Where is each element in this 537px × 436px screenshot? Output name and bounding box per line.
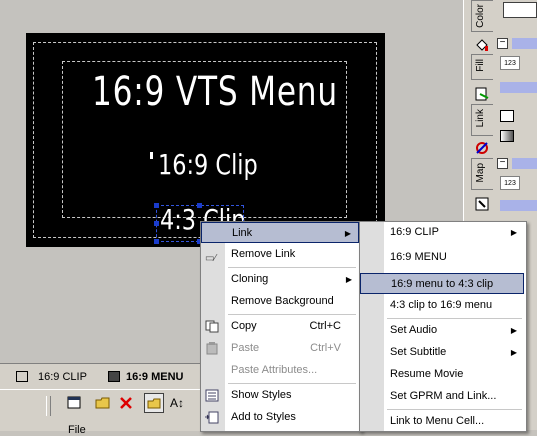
menu-item-paste[interactable]: Paste Ctrl+V: [201, 338, 359, 359]
tab-fill-label: Fill: [475, 59, 486, 72]
folder-select-icon[interactable]: [144, 393, 164, 413]
tab-link[interactable]: Link: [471, 104, 493, 136]
number-field[interactable]: 123: [500, 56, 520, 70]
submenu-arrow-icon: ▶: [510, 228, 517, 237]
menu-separator: [228, 314, 356, 315]
collapse-button[interactable]: −: [497, 158, 508, 169]
section-header-bar: [512, 38, 537, 49]
tab-link-label: Link: [475, 109, 486, 128]
menu-separator: [387, 409, 522, 410]
resize-handle[interactable]: [154, 239, 159, 244]
submenu-item-16-9-menu-to-4-3-clip[interactable]: 16:9 menu to 4:3 clip: [360, 273, 524, 294]
toolbar-grip: [46, 396, 51, 416]
gradient-icon[interactable]: [500, 130, 514, 142]
map-tool-icon[interactable]: [474, 140, 490, 156]
submenu-item-resume-movie[interactable]: Resume Movie: [360, 364, 524, 385]
section-header-bar: [500, 82, 537, 93]
resize-handle[interactable]: [154, 221, 159, 226]
button-marker-icon: [150, 152, 153, 159]
number-field[interactable]: 123: [500, 176, 520, 190]
menu-item-cloning[interactable]: Cloning ▶: [201, 269, 359, 290]
resize-handle[interactable]: [197, 203, 202, 208]
submenu-item-set-subtitle[interactable]: Set Subtitle ▶: [360, 342, 524, 363]
submenu-item-set-audio[interactable]: Set Audio ▶: [360, 320, 524, 341]
menu-button-16-9-clip[interactable]: 16:9 Clip: [158, 148, 258, 182]
menu-item-copy[interactable]: Copy Ctrl+C: [201, 316, 359, 337]
menu-item-link[interactable]: Link ▶: [201, 222, 359, 243]
add-styles-icon: [205, 411, 219, 432]
submenu-item-16-9-menu[interactable]: 16:9 MENU: [360, 247, 524, 268]
menu-icon: [108, 371, 120, 382]
menu-item-remove-background[interactable]: Remove Background: [201, 291, 359, 312]
collapse-button[interactable]: −: [497, 38, 508, 49]
tab-map-label: Map: [475, 163, 486, 183]
color-swatch[interactable]: [503, 2, 537, 18]
menu-separator: [387, 318, 522, 319]
tab-color[interactable]: Color: [471, 0, 493, 32]
submenu-item-link-to-menu-cell[interactable]: Link to Menu Cell...: [360, 411, 524, 432]
menu-item-paste-attributes[interactable]: Paste Attributes...: [201, 360, 359, 381]
submenu-item-4-3-clip-to-16-9-menu[interactable]: 4:3 clip to 16:9 menu: [360, 295, 524, 316]
file-label: File: [68, 424, 86, 436]
tab-fill[interactable]: Fill: [471, 54, 493, 80]
tab-16-9-clip[interactable]: 16:9 CLIP: [38, 368, 87, 386]
tab-color-label: Color: [475, 4, 486, 28]
clip-icon: [16, 371, 28, 382]
submenu-item-set-gprm-and-link[interactable]: Set GPRM and Link...: [360, 386, 524, 407]
tab-16-9-menu[interactable]: 16:9 MENU: [126, 368, 183, 386]
tab-map[interactable]: Map: [471, 158, 493, 190]
link-tool-icon[interactable]: [474, 86, 490, 102]
delete-icon[interactable]: [118, 395, 134, 411]
fill-bucket-icon[interactable]: [474, 37, 490, 53]
pointer-tool-icon[interactable]: [474, 196, 490, 212]
submenu-arrow-icon: ▶: [345, 275, 352, 284]
section-header-bar: [500, 200, 537, 211]
resize-handle[interactable]: [154, 203, 159, 208]
menu-title-text[interactable]: 16:9 VTS Menu: [92, 66, 337, 118]
sort-icon[interactable]: A↕: [170, 396, 184, 410]
submenu-arrow-icon: ▶: [510, 348, 517, 357]
submenu-arrow-icon: ▶: [510, 326, 517, 335]
remove-link-icon: ▭⁄: [205, 253, 217, 264]
open-folder-icon[interactable]: [95, 395, 111, 411]
section-header-bar: [512, 158, 537, 169]
menu-separator: [228, 267, 356, 268]
submenu-arrow-icon: ▶: [344, 229, 351, 238]
menu-item-show-styles[interactable]: Show Styles: [201, 385, 359, 406]
submenu-item-16-9-clip[interactable]: 16:9 CLIP ▶: [360, 222, 524, 243]
menu-item-remove-link[interactable]: ▭⁄ Remove Link: [201, 244, 359, 265]
menu-item-add-to-styles[interactable]: Add to Styles: [201, 407, 359, 428]
align-icon[interactable]: [500, 110, 514, 122]
menu-separator: [228, 383, 356, 384]
new-window-icon[interactable]: [66, 395, 82, 411]
